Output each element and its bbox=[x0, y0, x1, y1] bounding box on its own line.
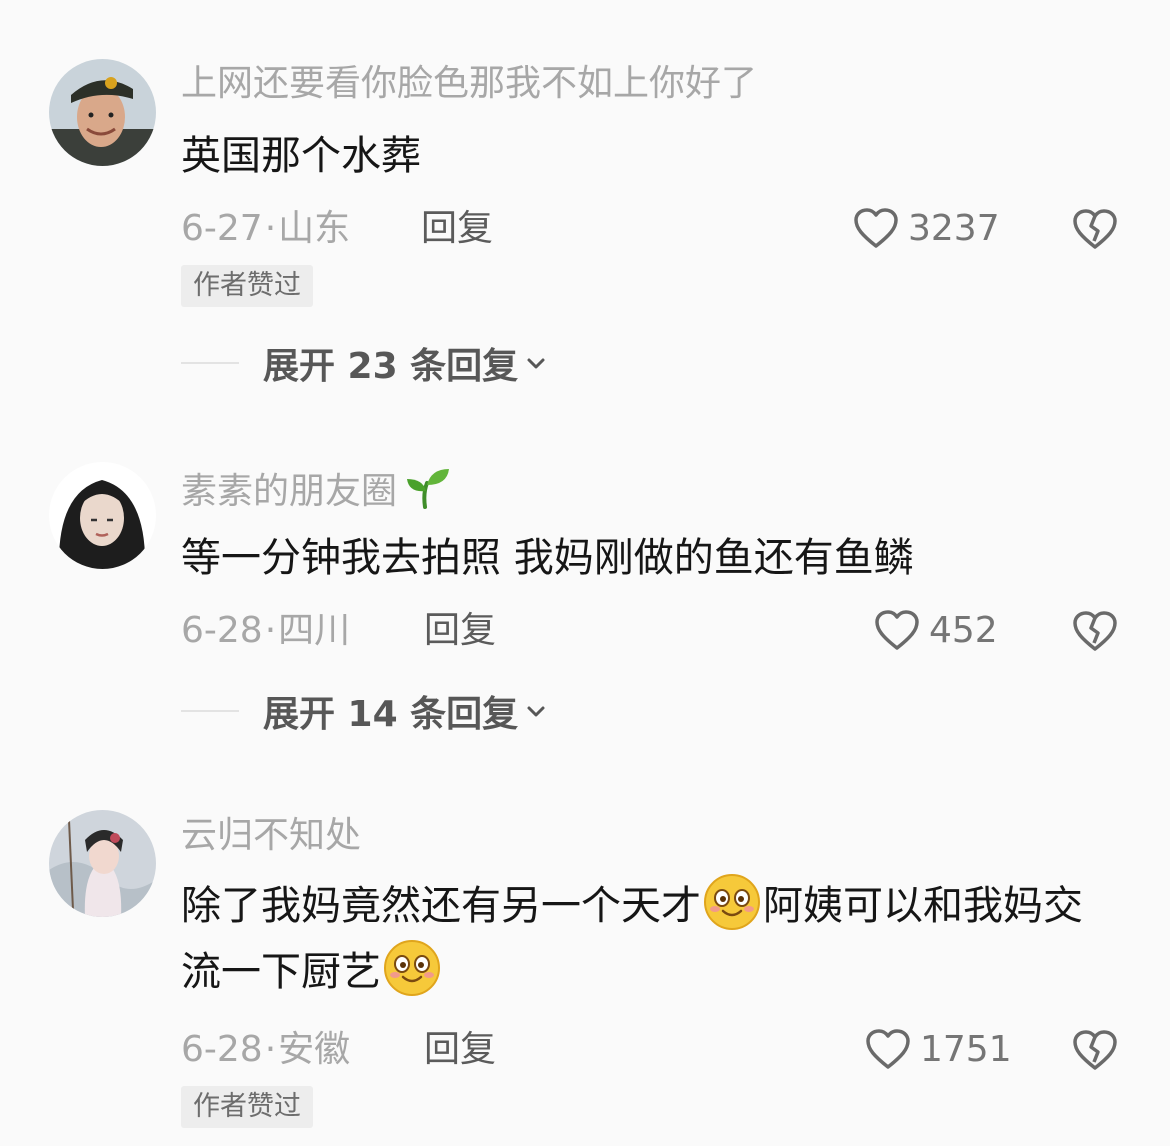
username[interactable]: 云归不知处 bbox=[181, 814, 361, 858]
comment-location: 安徽 bbox=[278, 1029, 351, 1070]
reply-button[interactable]: 回复 bbox=[424, 1028, 496, 1072]
smiling-face-icon bbox=[384, 940, 440, 996]
broken-heart-icon[interactable] bbox=[1071, 1026, 1119, 1074]
smiling-face-icon bbox=[704, 874, 760, 930]
comment-text: 除了我妈竟然还有另一个天才 阿姨可以和我妈交流一下厨艺 bbox=[181, 873, 1121, 1005]
author-liked-badge: 作者赞过 bbox=[181, 1086, 313, 1128]
heart-icon bbox=[866, 1029, 910, 1069]
comment-meta: 6-28·安徽 bbox=[181, 1028, 350, 1072]
comment-item: 云归不知处 除了我妈竟然还有另一个天才 阿姨可以和我妈交流一下厨艺 6-28·安… bbox=[0, 0, 1170, 1146]
meta-separator: · bbox=[264, 1029, 277, 1070]
like-button[interactable]: 1751 bbox=[864, 1024, 1012, 1074]
avatar[interactable] bbox=[49, 810, 156, 917]
comment-date: 6-28 bbox=[181, 1029, 263, 1070]
like-count: 1751 bbox=[920, 1028, 1012, 1070]
comment-text-part: 除了我妈竟然还有另一个天才 bbox=[181, 883, 701, 929]
